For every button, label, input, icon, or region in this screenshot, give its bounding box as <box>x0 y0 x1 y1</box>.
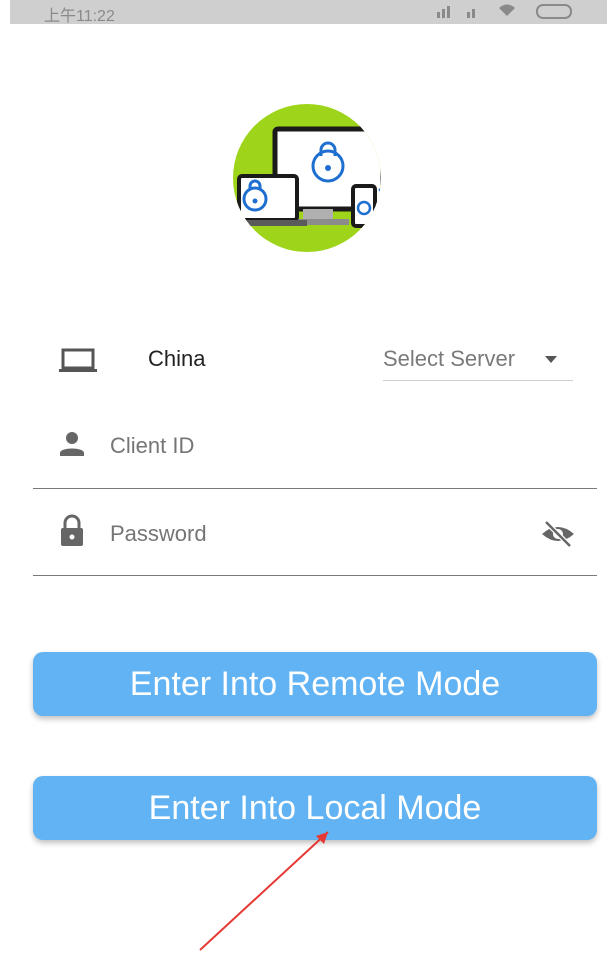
annotation-arrow <box>199 831 329 951</box>
